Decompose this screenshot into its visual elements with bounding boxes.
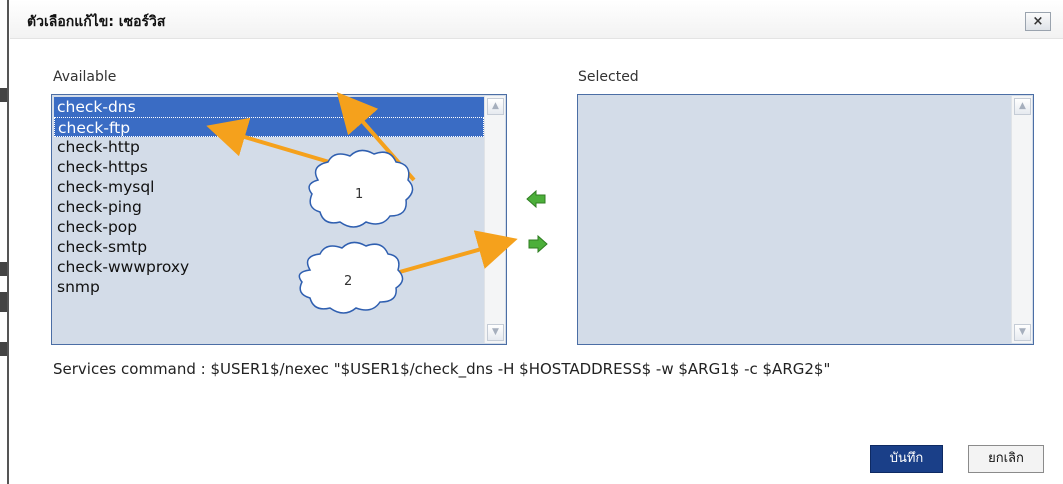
annotation-arrow — [206, 117, 337, 166]
annotation-overlay: 1 2 — [206, 91, 518, 314]
callout-1-label: 1 — [355, 187, 363, 202]
callout-cloud-2: 2 — [298, 241, 404, 314]
annotation-arrow — [395, 230, 518, 275]
callout-2-label: 2 — [344, 274, 352, 289]
